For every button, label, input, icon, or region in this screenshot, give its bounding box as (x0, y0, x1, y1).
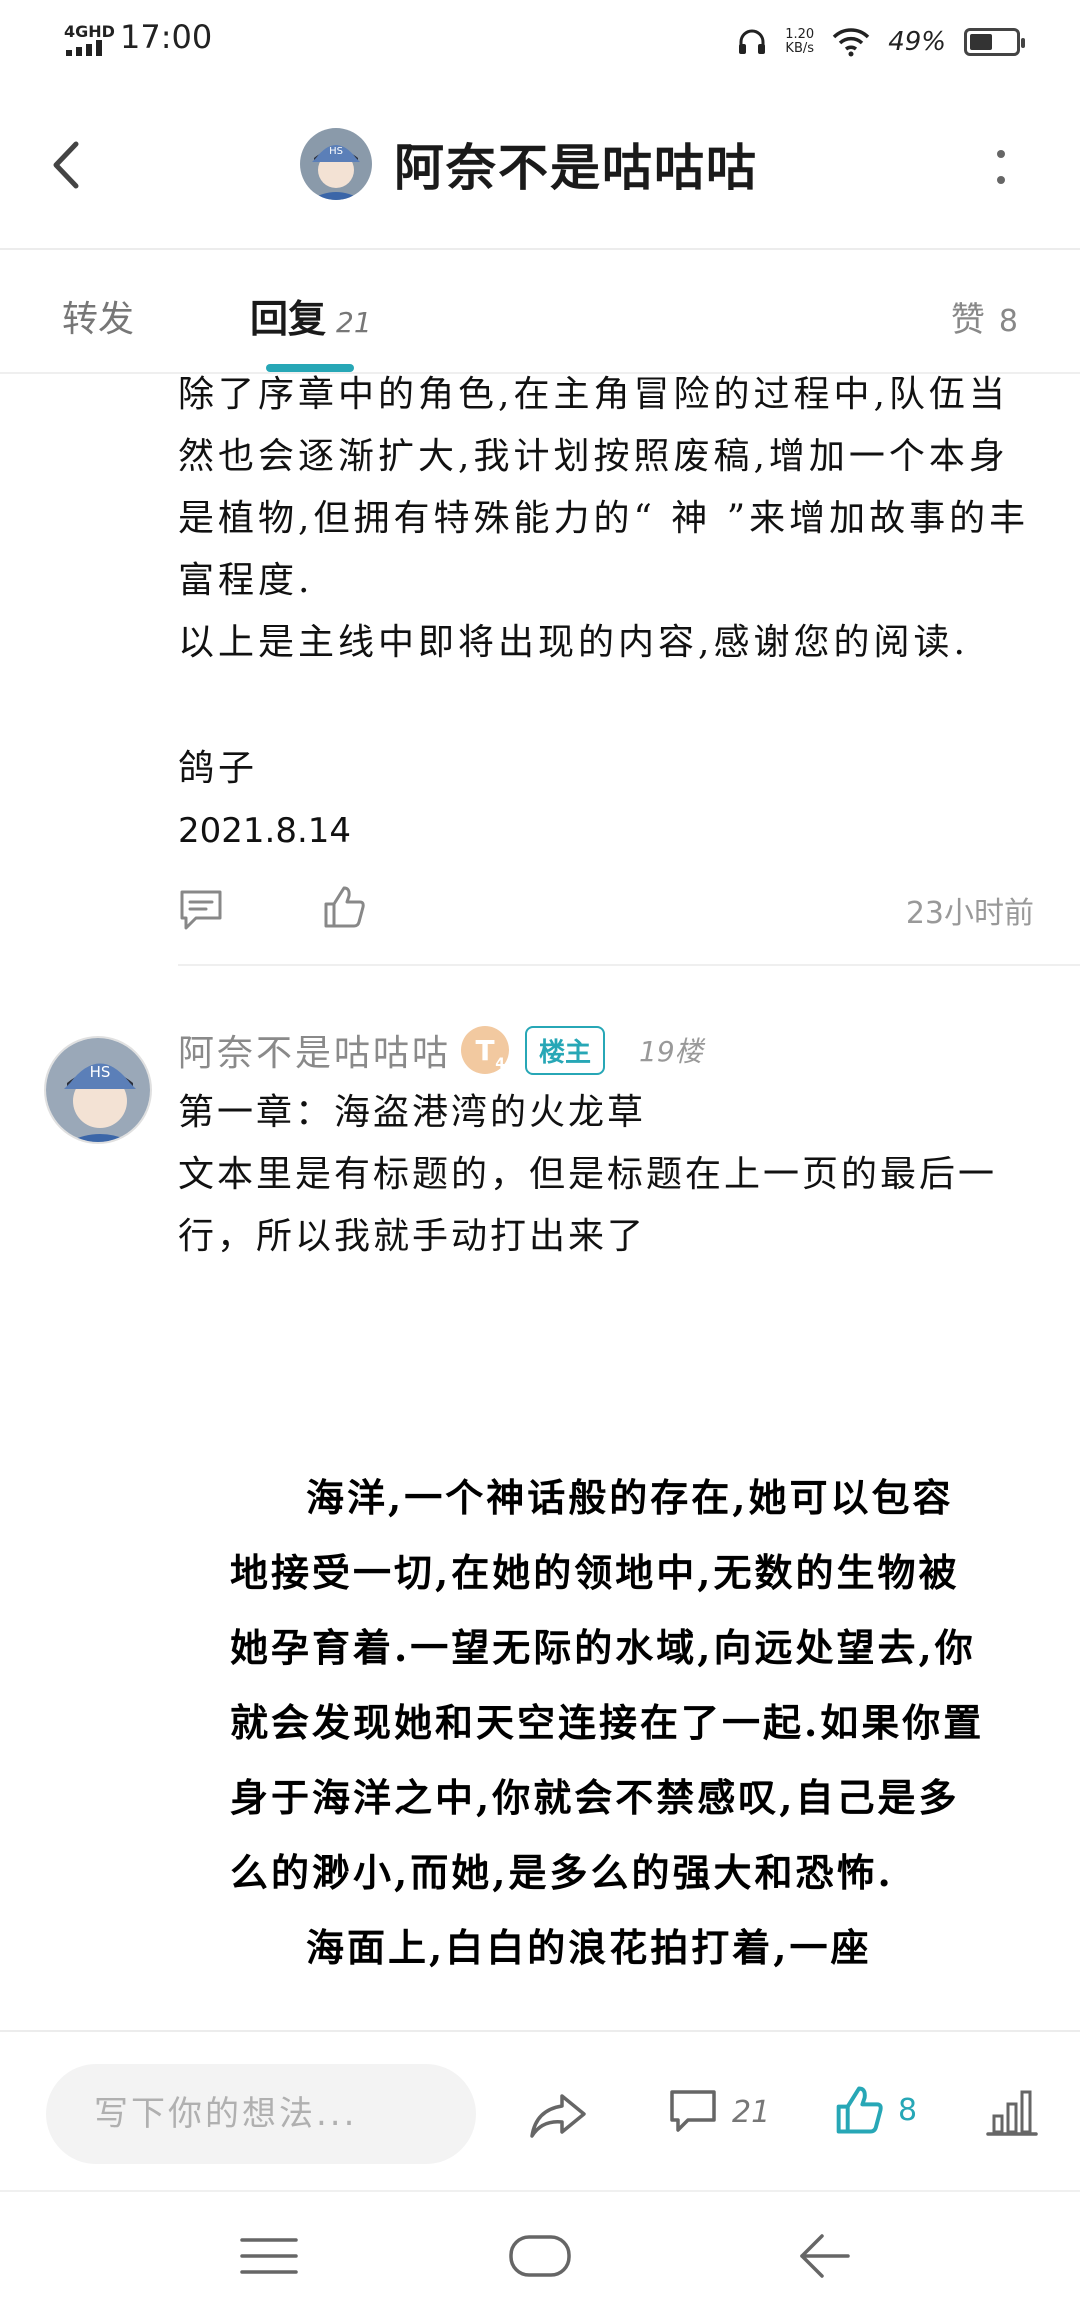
reply-header: 阿奈不是咕咕咕 T 4 楼主 19楼 (178, 1022, 703, 1078)
thumbs-up-icon[interactable] (322, 884, 366, 930)
comment-input[interactable]: 写下你的想法... (46, 2064, 476, 2164)
signal-icon (66, 40, 102, 56)
tab-likes-label: 赞 (950, 300, 985, 340)
like-button[interactable]: 8 (834, 2084, 917, 2136)
level-letter: T (475, 1033, 495, 1067)
comment-button[interactable]: 21 (668, 2088, 770, 2136)
menu-icon[interactable] (240, 2236, 298, 2276)
post-paragraph: 以上是主线中即将出现的内容,感谢您的阅读. (178, 622, 969, 663)
tab-forward[interactable]: 转发 (62, 290, 134, 342)
comment-icon[interactable] (178, 888, 224, 932)
tab-reply[interactable]: 回复 21 (250, 288, 372, 343)
avatar[interactable]: HS (300, 128, 372, 200)
reply-line: 文本里是有标题的，但是标题在上一页的最后一行，所以我就手动打出来了 (178, 1154, 998, 1257)
system-nav-bar (0, 2190, 1080, 2316)
tab-reply-label: 回复 (250, 297, 327, 341)
avatar-image: HS (300, 128, 372, 200)
post-signature: 鸽子 (178, 748, 259, 789)
network-speed: 1.20 KB/s (785, 28, 814, 56)
status-bar: 4GHD 17:00 1.20 KB/s 49% (0, 0, 1080, 80)
speed-value: 1.20 (785, 27, 815, 42)
post-timestamp: 23小时前 (905, 896, 1034, 931)
tab-likes[interactable]: 赞 8 (951, 292, 1018, 341)
wifi-icon (832, 28, 870, 57)
op-badge: 楼主 (525, 1025, 606, 1075)
reply-avatar[interactable]: HS (44, 1036, 152, 1144)
status-icons: 1.20 KB/s 49% (737, 20, 1025, 64)
post-body: 除了序章中的角色,在主角冒险的过程中,队伍当然也会逐渐扩大,我计划按照废稿,增加… (178, 364, 1038, 674)
comment-icon (670, 2090, 716, 2132)
thumbs-up-icon (836, 2086, 883, 2134)
header-user[interactable]: HS 阿奈不是咕咕咕 (300, 128, 758, 200)
post-paragraph: 除了序章中的角色,在主角冒险的过程中,队伍当然也会逐渐扩大,我计划按照废稿,增加… (178, 374, 1030, 601)
battery-fill (970, 34, 992, 50)
svg-text:HS: HS (90, 1063, 111, 1081)
more-vertical-icon[interactable] (990, 144, 1012, 190)
home-icon[interactable] (508, 2234, 572, 2278)
reply-author-name[interactable]: 阿奈不是咕咕咕 (178, 1024, 451, 1076)
image-text-paragraph: 海面上,白白的浪花拍打着,一座 (306, 1925, 872, 1970)
page-title: 阿奈不是咕咕咕 (394, 138, 758, 197)
share-icon[interactable] (528, 2090, 588, 2140)
level-badge: T 4 (461, 1026, 510, 1074)
like-count: 8 (898, 2092, 918, 2128)
level-number: 4 (495, 1056, 506, 1072)
headphones-icon (739, 29, 766, 54)
reply-line: 第一章：海盗港湾的火龙草 (178, 1092, 647, 1133)
tab-likes-count: 8 (998, 304, 1018, 339)
tab-reply-count: 21 (336, 306, 372, 339)
network-type: 4GHD (64, 22, 115, 41)
post-actions: 23小时前 (178, 880, 1038, 936)
nav-back-icon[interactable] (796, 2230, 852, 2282)
tab-bar: 转发 回复 21 赞 8 (0, 250, 1080, 374)
bottom-action-bar: 写下你的想法... 21 8 (0, 2030, 1080, 2190)
avatar-image: HS (46, 1038, 150, 1142)
bar-chart-icon[interactable] (986, 2088, 1038, 2138)
floor-number: 19楼 (639, 1035, 703, 1068)
reply-image[interactable]: 海洋,一个神话般的存在,她可以包容地接受一切,在她的领地中,无数的生物被她孕育着… (230, 1460, 990, 2030)
back-arrow-icon[interactable] (40, 130, 96, 200)
speed-unit: KB/s (785, 41, 815, 56)
clock: 17:00 (120, 18, 213, 56)
post-date: 2021.8.14 (178, 811, 352, 851)
svg-text:HS: HS (329, 146, 343, 157)
top-app-bar: HS 阿奈不是咕咕咕 (0, 80, 1080, 250)
image-text-paragraph: 海洋,一个神话般的存在,她可以包容地接受一切,在她的领地中,无数的生物被她孕育着… (230, 1475, 985, 1895)
comment-count: 21 (732, 2094, 771, 2130)
battery-icon (964, 28, 1025, 56)
battery-percent: 49% (888, 27, 946, 57)
reply-body: 第一章：海盗港湾的火龙草 文本里是有标题的，但是标题在上一页的最后一行，所以我就… (178, 1082, 1038, 1268)
divider (178, 964, 1080, 966)
